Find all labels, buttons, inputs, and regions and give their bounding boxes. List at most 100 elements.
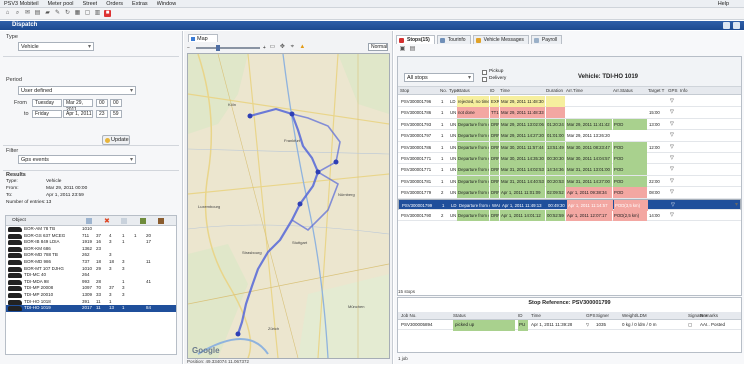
from-hour-field[interactable]: 00 xyxy=(96,99,108,107)
column-header[interactable]: ID xyxy=(490,87,495,95)
gps-icon[interactable]: ▽ xyxy=(670,96,674,107)
maximize-icon[interactable] xyxy=(723,22,730,29)
table-row[interactable]: PSV300001786 1 UN not done TT1 Mar 29, 2011 1… xyxy=(398,107,741,119)
update-button[interactable]: Update xyxy=(102,135,130,145)
tab-tourinfo[interactable]: Tourinfo xyxy=(436,35,471,44)
gps-icon[interactable]: ▽ xyxy=(670,210,674,221)
to-day-field[interactable]: Friday xyxy=(32,110,62,118)
menu-item-orders[interactable]: Orders xyxy=(106,1,123,7)
menu-item-window[interactable]: Window xyxy=(157,1,177,7)
gps-icon[interactable]: ▽ xyxy=(670,142,674,153)
menu-item-meter-pool[interactable]: Meter pool xyxy=(48,1,74,7)
gps-icon[interactable]: ▽ xyxy=(670,176,674,187)
gps-icon[interactable]: ▽ xyxy=(670,164,674,175)
table-row[interactable]: PSV3000017991LDDeparture from cusWAIApr … xyxy=(398,198,741,211)
table-row[interactable]: PSV3000017792UNDeparture from cusDRPApr … xyxy=(398,187,741,199)
stop-reference-row[interactable]: PSV300005894 picked up PU Apr 1, 2011 11… xyxy=(398,320,741,331)
close-icon[interactable] xyxy=(733,22,740,29)
column-header[interactable]: Status xyxy=(453,312,466,320)
tools-icon[interactable]: ✎ xyxy=(54,10,61,17)
column-header[interactable]: Signer xyxy=(596,312,609,320)
menu-item-help[interactable]: Help xyxy=(718,1,729,7)
menu-item-extras[interactable]: Extras xyxy=(132,1,148,7)
filter-select[interactable]: Gps events xyxy=(18,155,136,164)
menu-item-street[interactable]: Street xyxy=(83,1,98,7)
from-date-field[interactable]: Mar 29, 2011 xyxy=(63,99,93,113)
document-icon[interactable]: ▢ xyxy=(84,10,91,17)
column-header[interactable]: Target T xyxy=(648,87,664,95)
export-icon[interactable]: ▤ xyxy=(409,46,416,53)
pickup-checkbox[interactable] xyxy=(482,70,487,75)
list-item[interactable]: TDI-MDA 98 993 28 1 41 xyxy=(6,279,176,286)
error-icon[interactable]: ✖ xyxy=(104,217,110,225)
search-icon[interactable]: ⌕ xyxy=(14,10,21,17)
column-header[interactable]: No. xyxy=(440,87,447,95)
delivery-checkbox[interactable] xyxy=(482,77,487,82)
list-item[interactable]: TDI-HO 1019 2017 11 13 1 84 xyxy=(6,305,176,312)
list-item[interactable]: BOR-MD 788 TB 262 3 xyxy=(6,252,176,259)
column-header[interactable]: Stop xyxy=(400,87,409,95)
period-select[interactable]: User defined xyxy=(18,86,136,95)
menu-item-app[interactable]: PSV3 Mobiteil xyxy=(4,1,39,7)
column-header[interactable]: ID xyxy=(518,312,523,320)
from-day-field[interactable]: Tuesday xyxy=(32,99,62,107)
table-row[interactable]: PSV3000017931UNDeparture from cusDRPMar … xyxy=(398,118,741,131)
signature-icon[interactable]: ▢ xyxy=(688,320,692,331)
home-icon[interactable]: ⌂ xyxy=(4,10,11,17)
vehicle-icon[interactable] xyxy=(86,218,92,224)
from-minute-field[interactable]: 00 xyxy=(110,99,122,107)
zoom-slider[interactable] xyxy=(195,44,260,51)
stops-filter-select[interactable]: All stops xyxy=(404,73,474,82)
zoom-slider-handle[interactable] xyxy=(215,44,220,51)
list-item[interactable]: BOR-GS 637 MCEG 711 37 4 1 1 20 xyxy=(6,233,176,240)
list-item[interactable]: TDI-MP 20010 1309 33 3 3 xyxy=(6,292,176,299)
column-header[interactable]: GPS xyxy=(668,87,678,95)
to-hour-field[interactable]: 23 xyxy=(96,110,108,118)
stack-icon[interactable] xyxy=(158,218,164,224)
list-item[interactable]: BOR-IB 849 LDIA 1919 16 3 1 17 xyxy=(6,239,176,246)
folder-icon[interactable]: ▤ xyxy=(34,10,41,17)
table-row[interactable]: PSV3000017902UNDeparture from cusDRPApr … xyxy=(398,210,741,222)
zoom-in-icon[interactable]: + xyxy=(263,45,266,51)
chart-icon[interactable]: ▥ xyxy=(94,10,101,17)
type-select[interactable]: Vehicle xyxy=(18,42,94,51)
pan-icon[interactable]: ✥ xyxy=(279,44,286,51)
zoom-out-icon[interactable]: − xyxy=(187,45,190,51)
table-row[interactable]: PSV300001796 1 LD rejected, no time EXR Mar 2… xyxy=(398,96,741,108)
gps-icon[interactable]: ▽ xyxy=(670,153,674,164)
column-header[interactable]: Info xyxy=(680,87,688,95)
tab-map[interactable]: Map xyxy=(188,34,218,42)
map-mode-select[interactable]: Normal xyxy=(368,43,388,51)
print-icon[interactable]: ▦ xyxy=(74,10,81,17)
gps-icon[interactable]: ▽ xyxy=(670,107,674,118)
warning-icon[interactable]: ▲ xyxy=(299,44,306,51)
gps-icon[interactable]: ▽ xyxy=(670,187,674,198)
column-header[interactable]: Arr.Status xyxy=(613,87,633,95)
column-header[interactable]: Time xyxy=(531,312,541,320)
column-header[interactable]: Time xyxy=(500,87,510,95)
list-item[interactable]: BOR-KM 686 1362 23 xyxy=(6,246,176,253)
object-column-header[interactable]: Object xyxy=(12,218,26,223)
layers-icon[interactable]: ▭ xyxy=(269,44,276,51)
gps-icon[interactable]: ▽ xyxy=(586,320,589,331)
refresh-icon[interactable]: ↻ xyxy=(64,10,71,17)
list-item[interactable]: TDI-MC 40 264 xyxy=(6,272,176,279)
column-header[interactable]: GPS xyxy=(586,312,596,320)
column-header[interactable]: Remarks xyxy=(700,312,718,320)
gps-icon[interactable]: ▽ xyxy=(670,130,674,141)
table-row[interactable]: PSV3000017811UNDeparture from cusDRPMar … xyxy=(398,175,741,188)
gps-icon[interactable]: ▽ xyxy=(671,200,675,211)
column-header[interactable]: Weight/LDM xyxy=(622,312,647,320)
to-date-field[interactable]: Apr 1, 2011 xyxy=(63,110,93,118)
table-row[interactable]: PSV3000017711UNDeparture from cusDRPMar … xyxy=(398,164,741,176)
mail-icon[interactable]: ✉ xyxy=(24,10,31,17)
tab-stops[interactable]: Stops(15) xyxy=(396,35,435,44)
grid-icon[interactable] xyxy=(140,218,146,224)
list-item[interactable]: BOR-MT 107 DJHG 1010 29 3 3 xyxy=(6,266,176,273)
list-item[interactable]: TDI-MP 20008 1097 70 37 3 xyxy=(6,285,176,292)
list-item[interactable]: TDI-HO 1018 391 11 1 xyxy=(6,299,176,306)
column-header[interactable]: Arr.Time xyxy=(566,87,583,95)
table-row[interactable]: PSV3000017971UNDeparture from cusDRPMar … xyxy=(398,130,741,142)
table-row[interactable]: PSV3000017861UNDeparture from cusDRPMar … xyxy=(398,141,741,153)
measure-icon[interactable]: ⌖ xyxy=(289,44,296,51)
